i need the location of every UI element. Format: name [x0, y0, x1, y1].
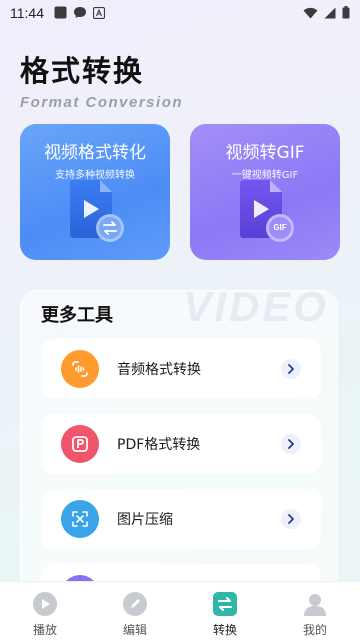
card-subtitle: 支持多种视频转换 — [55, 170, 135, 181]
status-bar: 11:44 — [0, 0, 360, 26]
video-file-convert-icon — [66, 180, 126, 244]
tool-label: PDF格式转换 — [117, 437, 201, 453]
gallery-notification-icon — [54, 4, 67, 23]
card-title: 视频格式转化 — [44, 143, 146, 163]
edit-icon — [122, 591, 148, 617]
header: 格式转换 Format Conversion — [20, 48, 183, 111]
tool-label: 音频格式转换 — [117, 362, 201, 378]
bottom-nav: 播放 编辑 转换 我的 — [0, 581, 360, 640]
chevron-right-icon — [281, 359, 301, 379]
gif-badge: GIF — [273, 223, 287, 232]
play-icon — [32, 591, 58, 617]
convert-icon — [212, 591, 238, 617]
nav-item-play[interactable]: 播放 — [15, 582, 75, 638]
more-tools-title: 更多工具 — [41, 305, 113, 326]
profile-icon — [302, 591, 328, 617]
video-format-convert-card[interactable]: 视频格式转化 支持多种视频转换 — [20, 124, 170, 260]
nav-label: 编辑 — [122, 623, 147, 637]
nav-label: 我的 — [302, 623, 327, 637]
battery-icon — [342, 4, 350, 23]
app-notification-icon — [92, 4, 106, 23]
pdf-icon — [61, 425, 99, 463]
tool-label: 图片压缩 — [117, 512, 173, 528]
status-time: 11:44 — [10, 5, 44, 21]
image-compress-icon — [61, 500, 99, 538]
card-title: 视频转GIF — [225, 143, 305, 163]
gif-file-icon: GIF — [236, 180, 296, 244]
wifi-icon — [303, 4, 318, 23]
audio-icon — [61, 350, 99, 388]
page-title: 格式转换 — [20, 54, 145, 88]
nav-label: 转换 — [212, 623, 237, 637]
nav-item-edit[interactable]: 编辑 — [105, 582, 165, 638]
video-watermark: VIDEO — [183, 283, 329, 330]
image-compress-item[interactable]: 图片压缩 — [41, 489, 321, 549]
signal-icon — [324, 4, 336, 23]
nav-label: 播放 — [32, 623, 57, 637]
nav-item-profile[interactable]: 我的 — [285, 582, 345, 638]
more-tools-panel: VIDEO 更多工具 音频格式转换 PDF格式转换 图片压缩 — [20, 283, 338, 624]
chevron-right-icon — [281, 434, 301, 454]
video-to-gif-card[interactable]: 视频转GIF 一键视频转GIF GIF — [190, 124, 340, 260]
audio-format-convert-item[interactable]: 音频格式转换 — [41, 339, 321, 399]
message-notification-icon — [73, 4, 87, 23]
card-subtitle: 一键视频转GIF — [231, 170, 299, 181]
page-subtitle: Format Conversion — [20, 94, 184, 111]
pdf-format-convert-item[interactable]: PDF格式转换 — [41, 414, 321, 474]
chevron-right-icon — [281, 509, 301, 529]
nav-item-convert[interactable]: 转换 — [195, 582, 255, 638]
